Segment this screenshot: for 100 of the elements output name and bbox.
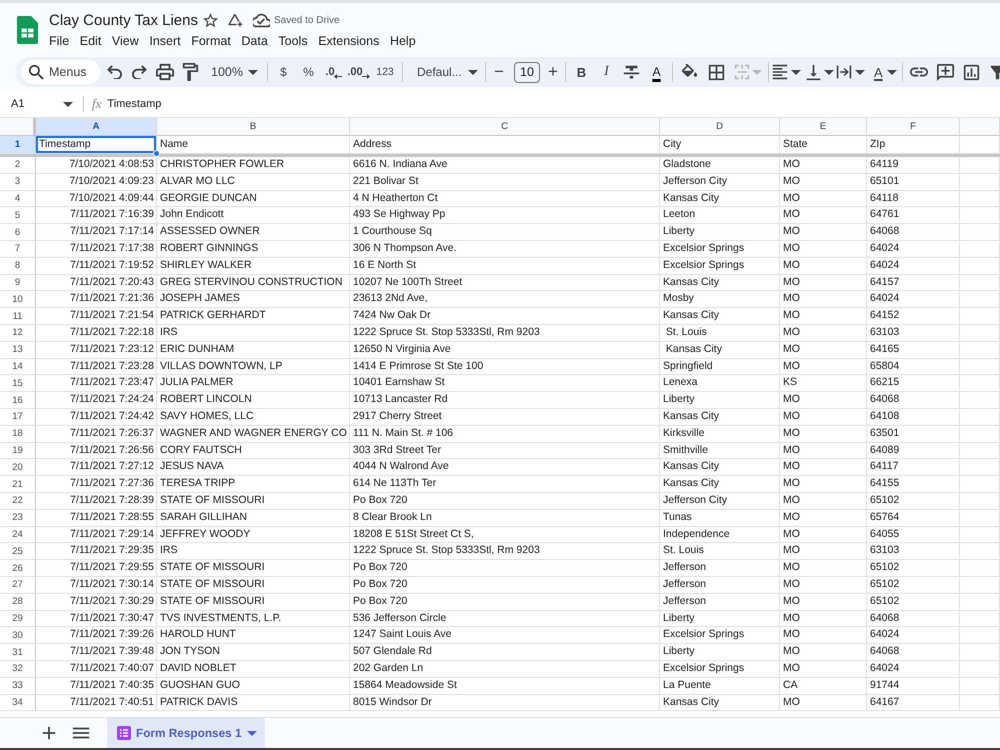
sheets-logo-icon[interactable]: [17, 16, 38, 44]
table-cell: 6616 N. Indiana Ave: [350, 157, 660, 174]
caret-icon[interactable]: [246, 730, 257, 736]
caret-icon[interactable]: [824, 70, 834, 74]
text-color-button[interactable]: A: [644, 60, 669, 84]
table-cell: 64024: [867, 240, 960, 258]
table-cell: 493 Se Highway Pp: [350, 207, 660, 224]
borders-icon[interactable]: [708, 64, 725, 80]
font-dropdown[interactable]: Defaul...: [406, 60, 482, 84]
table-cell: 10207 Ne 100Th Street: [350, 274, 660, 292]
vertical-align-icon[interactable]: [805, 64, 822, 80]
text-rotation-dropdown[interactable]: A: [867, 60, 899, 84]
row-number: 15: [0, 375, 36, 392]
formula-field[interactable]: Timestamp: [107, 94, 1000, 114]
menu-item[interactable]: File: [44, 34, 74, 48]
align-left-icon[interactable]: [772, 64, 788, 80]
currency-button[interactable]: $: [271, 60, 296, 84]
table-cell: 64761: [867, 207, 960, 224]
menu-item[interactable]: Insert: [144, 34, 186, 48]
table-cell: 16 E North St: [350, 258, 660, 275]
fill-handle[interactable]: [153, 150, 160, 157]
menu-item[interactable]: Edit: [74, 34, 107, 48]
caret-icon[interactable]: [63, 102, 73, 106]
row-number: 9: [0, 274, 36, 292]
more-formats-button[interactable]: 123: [371, 60, 399, 84]
row-number: 25: [0, 543, 36, 560]
print-icon[interactable]: [156, 63, 174, 81]
redo-icon[interactable]: [132, 65, 147, 79]
caret-icon[interactable]: [791, 70, 801, 74]
table-cell: 64165: [867, 342, 960, 359]
table-cell: CORY FAUTSCH: [157, 442, 350, 460]
percent-button[interactable]: %: [296, 60, 321, 84]
table-cell: 7/10/2021 4:08:53: [36, 157, 157, 174]
bold-button[interactable]: B: [569, 60, 594, 84]
table-cell: 64024: [867, 660, 960, 678]
menu-item[interactable]: Data: [236, 34, 274, 48]
table-cell: 536 Jefferson Circle: [350, 610, 660, 628]
table-cell: 7/11/2021 7:23:12: [36, 342, 157, 359]
row-number: 7: [0, 240, 36, 258]
caret-icon[interactable]: [887, 70, 897, 74]
increase-decimal-button[interactable]: .00: [346, 60, 371, 84]
menu-item[interactable]: Extensions: [312, 34, 385, 48]
row-number: 13: [0, 342, 36, 359]
table-cell: 7/11/2021 7:39:48: [36, 644, 157, 661]
table-cell: JEFFREY WOODY: [157, 526, 350, 544]
cell-reference-box[interactable]: A1: [3, 94, 79, 114]
table-cell: 64117: [867, 459, 960, 476]
triangle-plus-icon[interactable]: [228, 12, 243, 28]
table-cell: MO: [780, 291, 867, 308]
form-icon: [117, 726, 131, 740]
table-cell: Jefferson City: [660, 492, 780, 510]
table-cell: Po Box 720: [350, 560, 660, 577]
menu-item[interactable]: Tools: [273, 34, 313, 48]
paint-roller-icon[interactable]: [180, 63, 198, 81]
table-cell: TVS INVESTMENTS, L.P.: [157, 610, 350, 628]
table-cell: MO: [780, 358, 867, 376]
table-cell: WAGNER AND WAGNER ENERGY CO: [157, 426, 350, 443]
menu-item[interactable]: Format: [186, 34, 236, 48]
table-cell: JOSEPH JAMES: [157, 291, 350, 308]
decrease-size-button[interactable]: −: [489, 60, 509, 84]
undo-icon[interactable]: [107, 65, 122, 79]
table-cell: St. Louis: [660, 324, 780, 342]
document-title[interactable]: Clay County Tax Liens: [49, 12, 198, 28]
caret-icon[interactable]: [468, 70, 478, 74]
strikethrough-icon[interactable]: [623, 64, 640, 80]
table-cell: MO: [780, 426, 867, 443]
search-icon[interactable]: [29, 64, 44, 80]
search-field[interactable]: Menus: [21, 60, 100, 84]
table-cell: 7/11/2021 7:30:14: [36, 576, 157, 594]
table-cell: 7/11/2021 7:23:28: [36, 358, 157, 376]
decrease-decimal-button[interactable]: .0: [321, 60, 346, 84]
add-sheet-icon[interactable]: [40, 724, 58, 742]
comment-icon[interactable]: [936, 64, 954, 80]
table-cell: 18208 E 51St Street Ct S,: [350, 526, 660, 544]
table-cell: PATRICK GERHARDT: [157, 308, 350, 325]
row-number: 2: [0, 157, 36, 174]
row-number: 31: [0, 644, 36, 661]
table-cell: 64118: [867, 190, 960, 208]
table-cell: TERESA TRIPP: [157, 476, 350, 493]
italic-button[interactable]: I: [594, 60, 619, 84]
table-cell: 64024: [867, 627, 960, 644]
star-icon[interactable]: [202, 12, 218, 28]
caret-icon[interactable]: [248, 70, 258, 74]
caret-icon[interactable]: [855, 70, 865, 74]
table-cell: MO: [780, 342, 867, 359]
cloud-check-icon[interactable]: [252, 12, 270, 28]
table-cell: Jefferson: [660, 594, 780, 611]
increase-size-button[interactable]: +: [544, 60, 562, 84]
menu-item[interactable]: Help: [384, 34, 421, 48]
row-number: 10: [0, 291, 36, 308]
font-size-field[interactable]: 10: [514, 62, 540, 82]
table-cell: KS: [780, 375, 867, 392]
zoom-dropdown[interactable]: 100%: [202, 60, 264, 84]
column-letter: D: [660, 118, 780, 136]
table-cell: 7/11/2021 7:40:07: [36, 660, 157, 678]
chart-icon[interactable]: [962, 64, 980, 80]
text-wrap-icon[interactable]: [836, 64, 852, 80]
table-cell: 7/11/2021 7:27:12: [36, 459, 157, 476]
sheet-tab[interactable]: Form Responses 1: [107, 718, 265, 748]
menu-item[interactable]: View: [106, 34, 144, 48]
